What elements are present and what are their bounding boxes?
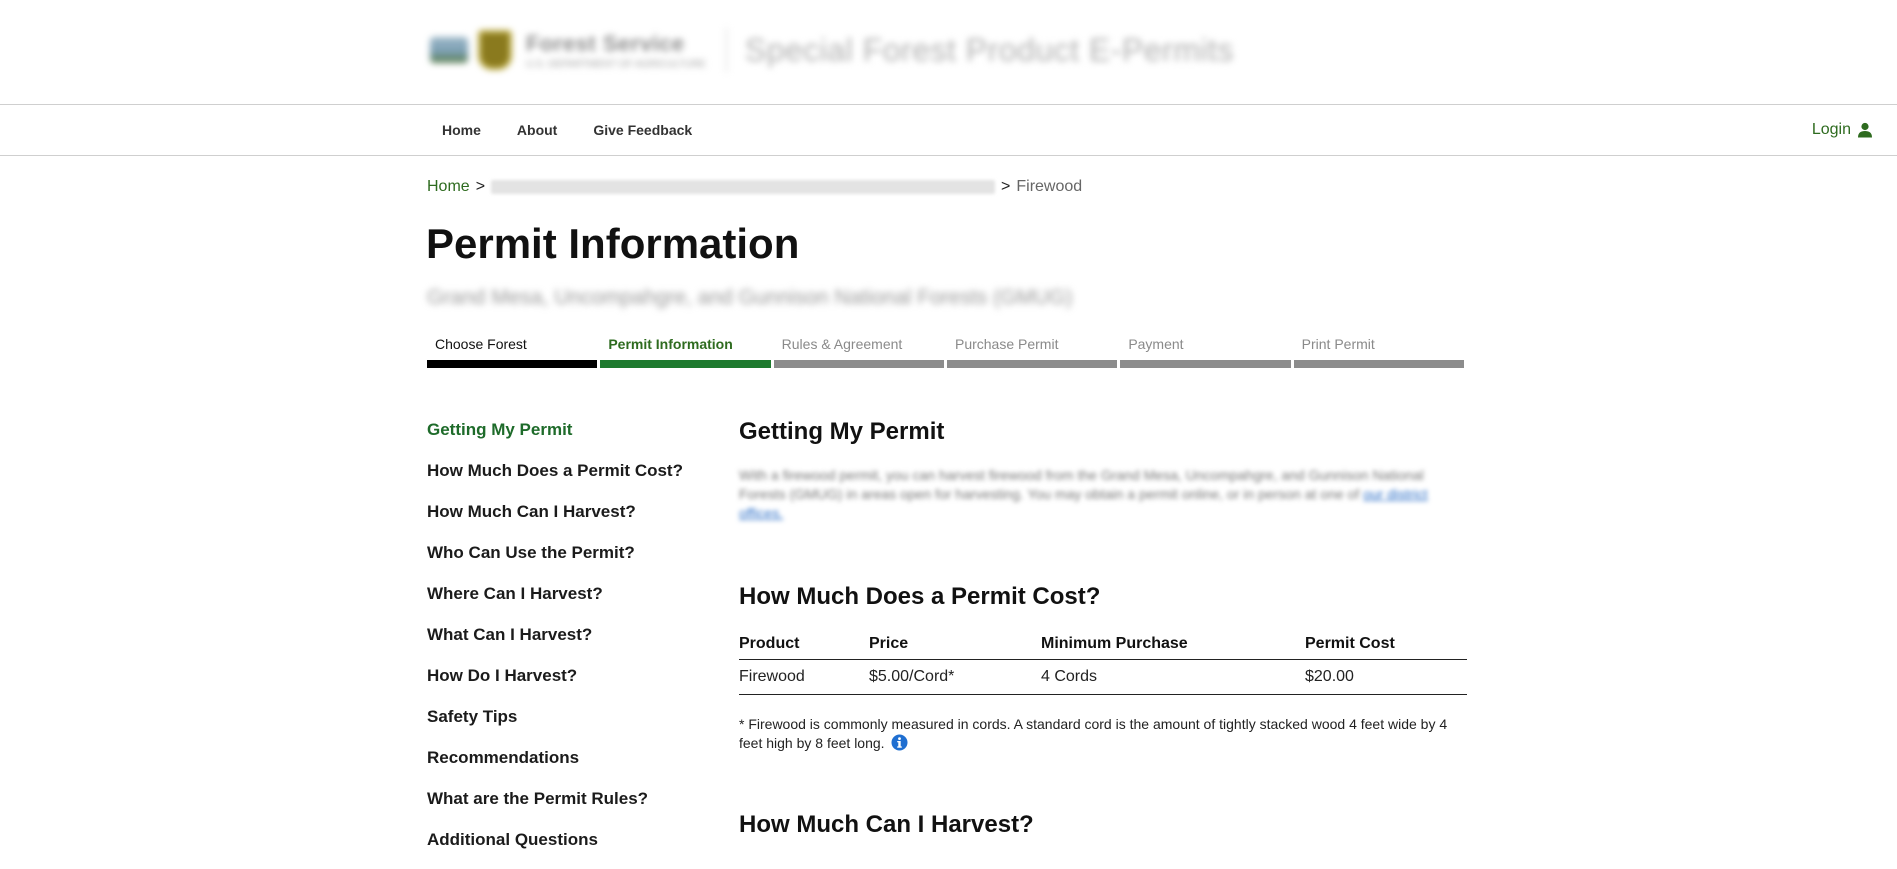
- step-bar: [773, 360, 944, 368]
- cell-minimum-purchase: 4 Cords: [1041, 659, 1305, 695]
- nav-home-link[interactable]: Home: [442, 122, 481, 138]
- breadcrumb-home-link[interactable]: Home: [427, 178, 470, 196]
- sidenav-item-safety-tips[interactable]: Safety Tips: [427, 705, 683, 746]
- breadcrumb-separator: >: [1001, 178, 1011, 195]
- table-row: Firewood $5.00/Cord* 4 Cords $20.00: [739, 659, 1467, 695]
- step-rules-agreement: Rules & Agreement: [773, 334, 944, 368]
- step-label: Permit Information: [608, 336, 733, 352]
- site-banner: Forest Service U.S. DEPARTMENT OF AGRICU…: [0, 0, 1897, 105]
- breadcrumb: Home > > Firewood: [427, 178, 1082, 196]
- cord-footnote-text: * Firewood is commonly measured in cords…: [739, 716, 1448, 751]
- nav-links: Home About Give Feedback: [442, 105, 728, 155]
- sidenav-item-how-much-harvest[interactable]: How Much Can I Harvest?: [427, 500, 683, 541]
- forest-service-shield-icon: [478, 30, 512, 70]
- progress-stepper: Choose Forest Permit Information Rules &…: [427, 334, 1464, 368]
- section-heading-getting-my-permit: Getting My Permit: [739, 418, 945, 445]
- step-bar: [946, 360, 1118, 368]
- breadcrumb-separator: >: [475, 178, 486, 195]
- agency-name: Forest Service U.S. DEPARTMENT OF AGRICU…: [526, 31, 706, 70]
- main-content: Getting My Permit With a firewood permit…: [739, 418, 1467, 839]
- login-button[interactable]: Login: [1812, 105, 1873, 155]
- section-heading-how-much-harvest: How Much Can I Harvest?: [739, 811, 1034, 838]
- breadcrumb-current: Firewood: [1016, 178, 1083, 195]
- agency-name-line2: U.S. DEPARTMENT OF AGRICULTURE: [526, 58, 706, 70]
- forest-subtitle: Grand Mesa, Uncompahgre, and Gunnison Na…: [427, 286, 1073, 309]
- breadcrumb-forest-link-redacted[interactable]: [491, 180, 996, 194]
- agency-logo[interactable]: Forest Service U.S. DEPARTMENT OF AGRICU…: [430, 26, 1234, 74]
- main-nav: Home About Give Feedback Login: [0, 105, 1897, 156]
- getting-permit-text: With a firewood permit, you can harvest …: [739, 466, 1467, 523]
- step-payment: Payment: [1120, 334, 1291, 368]
- sidenav-item-how-harvest[interactable]: How Do I Harvest?: [427, 664, 683, 705]
- step-label: Print Permit: [1301, 336, 1375, 352]
- nav-about-link[interactable]: About: [517, 122, 557, 138]
- section-sidenav: Getting My Permit How Much Does a Permit…: [427, 418, 683, 869]
- step-permit-information: Permit Information: [600, 334, 771, 368]
- cell-price: $5.00/Cord*: [869, 659, 1041, 695]
- column-header-minimum-purchase: Minimum Purchase: [1041, 627, 1305, 660]
- step-label: Choose Forest: [435, 336, 527, 352]
- sidenav-item-recommendations[interactable]: Recommendations: [427, 746, 683, 787]
- nav-feedback-link[interactable]: Give Feedback: [593, 122, 692, 138]
- step-bar: [600, 360, 771, 368]
- step-purchase-permit: Purchase Permit: [946, 334, 1118, 368]
- sidenav-item-getting-my-permit[interactable]: Getting My Permit: [427, 418, 683, 459]
- table-header-row: Product Price Minimum Purchase Permit Co…: [739, 627, 1467, 660]
- step-print-permit: Print Permit: [1293, 334, 1464, 368]
- sidenav-item-additional-questions[interactable]: Additional Questions: [427, 828, 683, 869]
- sidenav-item-where-harvest[interactable]: Where Can I Harvest?: [427, 582, 683, 623]
- step-label: Payment: [1128, 336, 1184, 352]
- user-icon: [1858, 122, 1872, 138]
- step-bar: [427, 360, 598, 368]
- column-header-price: Price: [869, 627, 1041, 660]
- step-label: Purchase Permit: [954, 336, 1059, 352]
- cell-permit-cost: $20.00: [1305, 659, 1467, 695]
- page-title: Permit Information: [426, 220, 800, 267]
- agency-name-line1: Forest Service: [526, 30, 685, 56]
- login-label: Login: [1811, 121, 1851, 138]
- section-heading-permit-cost: How Much Does a Permit Cost?: [739, 583, 1101, 610]
- sidenav-item-who-can-use[interactable]: Who Can Use the Permit?: [427, 541, 683, 582]
- sidenav-item-permit-cost[interactable]: How Much Does a Permit Cost?: [427, 459, 683, 500]
- cord-footnote: * Firewood is commonly measured in cords…: [739, 715, 1467, 753]
- usda-logo-icon: [430, 37, 468, 63]
- step-choose-forest: Choose Forest: [427, 334, 598, 368]
- step-bar: [1120, 360, 1291, 368]
- column-header-product: Product: [739, 627, 869, 660]
- app-title: Special Forest Product E-Permits: [744, 31, 1234, 68]
- step-bar: [1293, 360, 1464, 368]
- sidenav-item-permit-rules[interactable]: What are the Permit Rules?: [427, 787, 683, 828]
- permit-cost-table: Product Price Minimum Purchase Permit Co…: [739, 627, 1467, 695]
- step-label: Rules & Agreement: [781, 336, 903, 352]
- logo-divider: [725, 28, 727, 72]
- getting-permit-body: With a firewood permit, you can harvest …: [739, 467, 1424, 502]
- info-icon[interactable]: [891, 734, 908, 751]
- cell-product: Firewood: [739, 659, 869, 695]
- sidenav-item-what-harvest[interactable]: What Can I Harvest?: [427, 623, 683, 664]
- column-header-permit-cost: Permit Cost: [1305, 627, 1467, 660]
